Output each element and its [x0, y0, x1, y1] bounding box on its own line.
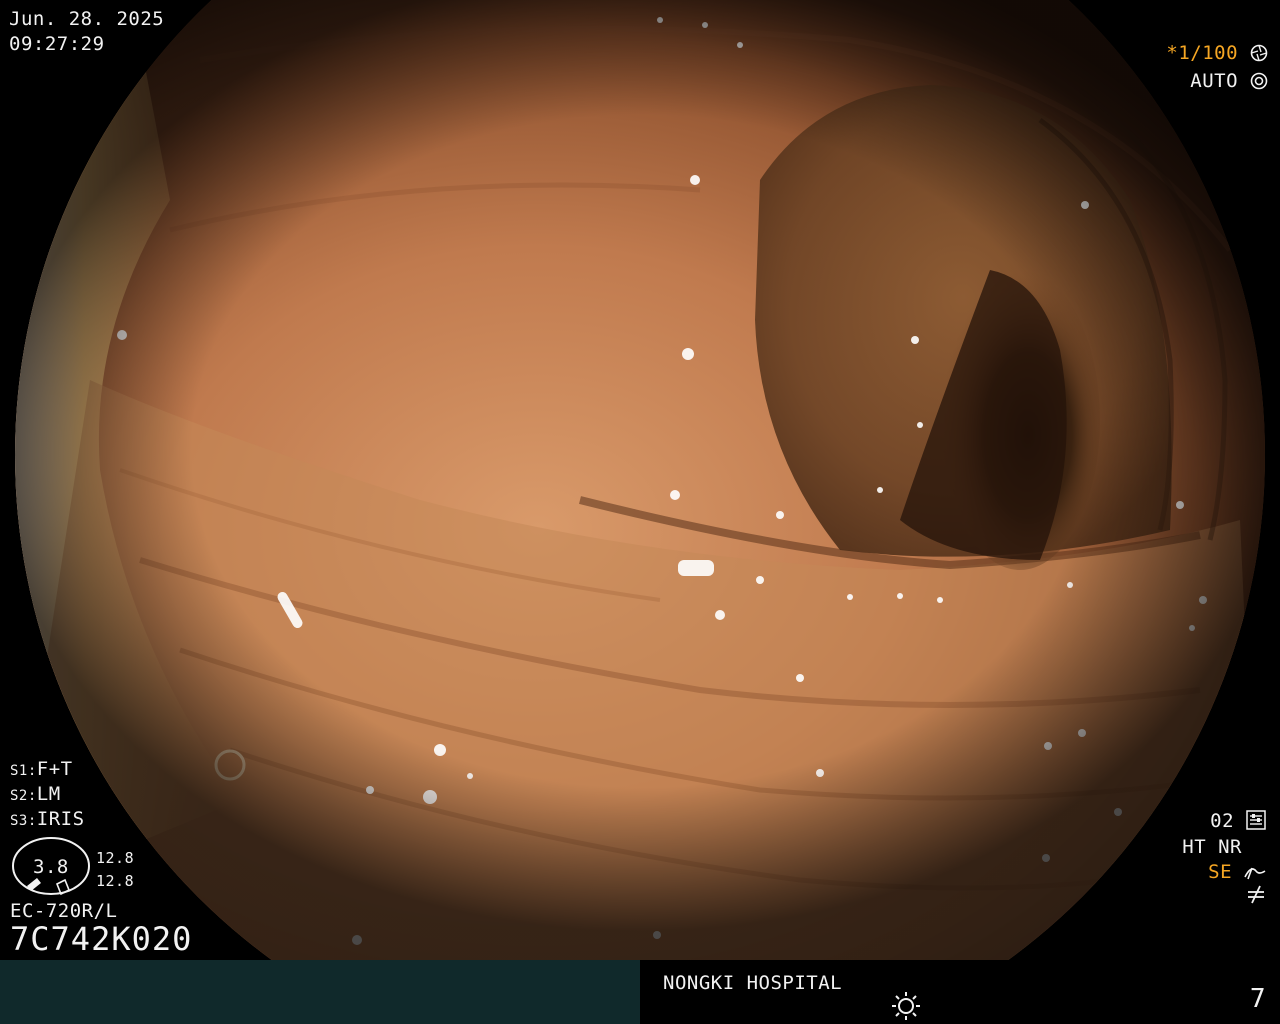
footer-left-panel: [0, 960, 640, 1024]
shutter-value: 1/100: [1178, 42, 1239, 64]
light-source-icon: [892, 992, 920, 1020]
exam-date: Jun. 28. 2025: [9, 8, 165, 30]
scope-serial: 7C742K020: [10, 920, 193, 958]
exposure-mode-label: AUTO: [1190, 70, 1239, 92]
softkey-s2-value: LM: [36, 783, 61, 805]
gauge-upper: 12.8: [96, 849, 135, 867]
exposure-mode: AUTO: [1190, 70, 1268, 92]
gauge-value: 3.8: [33, 856, 69, 878]
aperture-icon: [1250, 44, 1268, 62]
softkey-s3-key: S3:: [10, 813, 37, 829]
ht-nr-indicator: HT NR: [1182, 836, 1242, 858]
not-equal-icon: [1248, 885, 1264, 904]
softkey-s1-value: F+T: [36, 758, 73, 780]
softkey-s3-value: IRIS: [36, 808, 85, 830]
endoscopy-image: [15, 0, 1265, 960]
softkey-s2: S2:LM: [10, 783, 61, 807]
shutter-speed: *1/100: [1166, 42, 1268, 64]
not-equal-indicator: [1246, 884, 1266, 909]
image-mode: 02: [1210, 810, 1266, 832]
scope-model: EC-720R/L: [10, 900, 118, 922]
shutter-prefix: *: [1166, 42, 1179, 64]
softkey-s1-key: S1:: [10, 763, 37, 779]
se-label: SE: [1208, 861, 1233, 883]
enhancement-icon: [1244, 867, 1266, 880]
iris-icon: [1250, 72, 1268, 90]
image-mode-number: 02: [1210, 810, 1235, 832]
settings-icon: [1246, 810, 1266, 830]
softkey-s2-key: S2:: [10, 788, 37, 804]
exam-time: 09:27:29: [9, 33, 105, 55]
image-counter: 7: [1249, 984, 1266, 1014]
softkey-s3: S3:IRIS: [10, 808, 85, 832]
footer-bar: [0, 960, 1280, 1024]
softkey-s1: S1:F+T: [10, 758, 73, 782]
gauge-lower: 12.8: [96, 872, 135, 890]
structure-enhancement: SE: [1208, 861, 1266, 883]
endoscope-frame: [0, 0, 1280, 960]
hospital-name: NONGKI HOSPITAL: [663, 972, 843, 994]
